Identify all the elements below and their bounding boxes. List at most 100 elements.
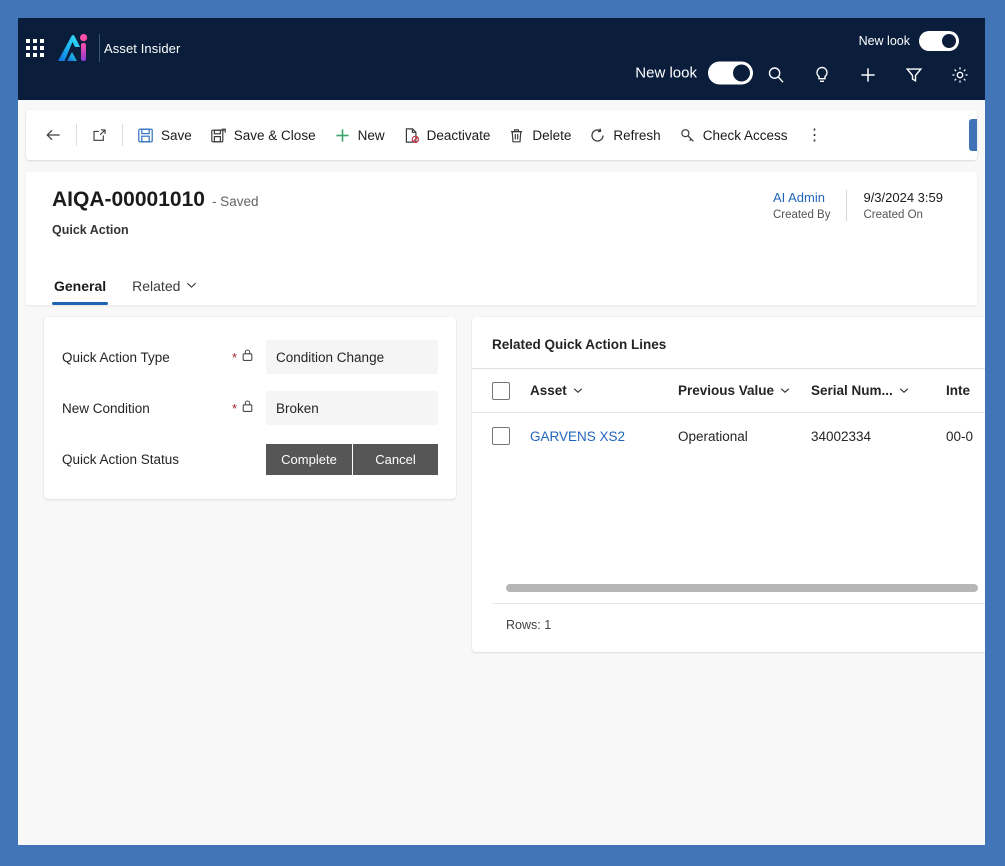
lightbulb-icon[interactable] (811, 64, 833, 86)
new-condition-label: New Condition (62, 400, 150, 416)
new-condition-input[interactable]: Broken (266, 391, 438, 425)
quick-action-status-choice-group: Complete Cancel (266, 443, 438, 475)
tab-related[interactable]: Related (130, 270, 199, 305)
related-lines-grid: Asset Previous Value Serial Num... Inte … (472, 368, 985, 459)
quick-action-status-label: Quick Action Status (62, 451, 180, 467)
command-bar: Save Save & Close New Deactivate Delete … (26, 110, 977, 160)
key-icon (679, 127, 696, 144)
new-look-switch[interactable] (708, 61, 753, 85)
save-icon (137, 127, 154, 144)
chevron-down-icon (780, 386, 790, 396)
command-bar-right-affordance[interactable] (969, 119, 977, 151)
quick-action-type-input[interactable]: Condition Change (266, 340, 438, 374)
column-header-previous-value[interactable]: Previous Value (678, 383, 811, 398)
complete-button[interactable]: Complete (266, 443, 352, 475)
grid-scrollbar-thumb[interactable] (506, 584, 978, 592)
grid-horizontal-scrollbar[interactable] (506, 584, 985, 592)
save-button[interactable]: Save (128, 118, 201, 152)
command-overflow-button[interactable]: ⋮ (801, 119, 829, 151)
open-in-new-window-button[interactable] (82, 118, 117, 152)
record-metadata: AI Admin Created By 9/3/2024 3:59 Create… (757, 190, 959, 221)
row-checkbox[interactable] (492, 427, 510, 445)
table-row[interactable]: GARVENS XS2 Operational 34002334 00-0 (472, 412, 985, 459)
deactivate-icon (403, 127, 420, 144)
app-header-bar: Asset Insider New look New look (18, 18, 985, 100)
column-header-asset[interactable]: Asset (530, 383, 678, 398)
cell-internal: 00-0 (946, 428, 974, 444)
chevron-down-icon (899, 386, 909, 396)
lock-icon (241, 399, 254, 418)
related-quick-action-lines-panel: Related Quick Action Lines Asset Previou… (472, 317, 985, 652)
popout-icon (91, 127, 108, 144)
tab-general[interactable]: General (52, 270, 109, 305)
header-icon-group (765, 64, 985, 86)
new-condition-flags: * (232, 399, 266, 418)
app-window: Asset Insider New look New look Save Sav… (18, 18, 985, 845)
brand-divider (99, 34, 100, 62)
quick-action-type-flags: * (232, 348, 266, 367)
command-separator (122, 124, 123, 146)
tab-general-label: General (54, 278, 107, 294)
chevron-down-icon (186, 281, 197, 291)
record-header: AIQA-00001010 - Saved Quick Action AI Ad… (26, 172, 977, 305)
column-header-asset-label: Asset (530, 383, 567, 398)
add-icon[interactable] (857, 64, 879, 86)
cell-previous-value: Operational (678, 428, 748, 444)
delete-button[interactable]: Delete (499, 118, 580, 152)
form-body: Quick Action Type * Condition Change New… (26, 317, 985, 845)
created-by-cell: AI Admin Created By (757, 190, 847, 221)
cancel-button[interactable]: Cancel (352, 443, 438, 475)
new-look-compact-switch[interactable] (919, 31, 959, 51)
check-access-button-label: Check Access (702, 127, 788, 143)
tab-related-label: Related (132, 278, 181, 294)
created-on-label: Created On (863, 209, 923, 221)
cell-asset: GARVENS XS2 (530, 429, 678, 444)
command-separator (76, 124, 77, 146)
plus-icon (334, 127, 351, 144)
filter-icon[interactable] (903, 64, 925, 86)
row-select-cell (472, 427, 530, 445)
created-by-value[interactable]: AI Admin (773, 190, 831, 205)
check-access-button[interactable]: Check Access (670, 118, 797, 152)
grid-header-row: Asset Previous Value Serial Num... Inte (472, 368, 985, 412)
arrow-left-icon (45, 127, 62, 144)
refresh-button[interactable]: Refresh (580, 118, 669, 152)
app-name-label: Asset Insider (104, 41, 181, 56)
new-look-toggle[interactable]: New look (635, 61, 753, 85)
trash-icon (508, 127, 525, 144)
refresh-button-label: Refresh (613, 127, 661, 143)
grid-footer-divider (492, 603, 985, 604)
column-header-serial-number-label: Serial Num... (811, 383, 893, 398)
lock-icon (241, 348, 254, 367)
settings-gear-icon[interactable] (949, 64, 971, 86)
asset-insider-logo[interactable] (56, 32, 94, 64)
general-section: Quick Action Type * Condition Change New… (44, 317, 456, 499)
chevron-down-icon (573, 386, 583, 396)
save-button-label: Save (161, 127, 192, 143)
created-on-cell: 9/3/2024 3:59 Created On (846, 190, 959, 221)
record-entity-label: Quick Action (52, 223, 129, 237)
page-title: AIQA-00001010 - Saved (52, 188, 258, 212)
back-button[interactable] (36, 118, 71, 152)
field-new-condition: New Condition * Broken (62, 390, 438, 426)
deactivate-button[interactable]: Deactivate (394, 118, 500, 152)
select-all-checkbox[interactable] (492, 381, 510, 400)
form-tabs: General Related (52, 270, 199, 305)
asset-link[interactable]: GARVENS XS2 (530, 429, 625, 444)
app-launcher-icon[interactable] (25, 38, 45, 58)
save-and-close-icon (210, 127, 227, 144)
grid-rows-count: Rows: 1 (506, 618, 552, 632)
new-look-toggle-compact[interactable]: New look (859, 31, 959, 51)
field-quick-action-type: Quick Action Type * Condition Change (62, 339, 438, 375)
new-look-label: New look (635, 64, 697, 82)
save-and-close-button[interactable]: Save & Close (201, 118, 325, 152)
created-on-value: 9/3/2024 3:59 (863, 190, 943, 205)
new-button[interactable]: New (325, 118, 394, 152)
field-quick-action-status: Quick Action Status Complete Cancel (62, 441, 438, 477)
required-asterisk-icon: * (232, 400, 238, 416)
refresh-icon (589, 127, 606, 144)
search-icon[interactable] (765, 64, 787, 86)
quick-action-type-label: Quick Action Type (62, 349, 170, 365)
column-header-serial-number[interactable]: Serial Num... (811, 383, 946, 398)
column-header-internal[interactable]: Inte (946, 383, 985, 398)
